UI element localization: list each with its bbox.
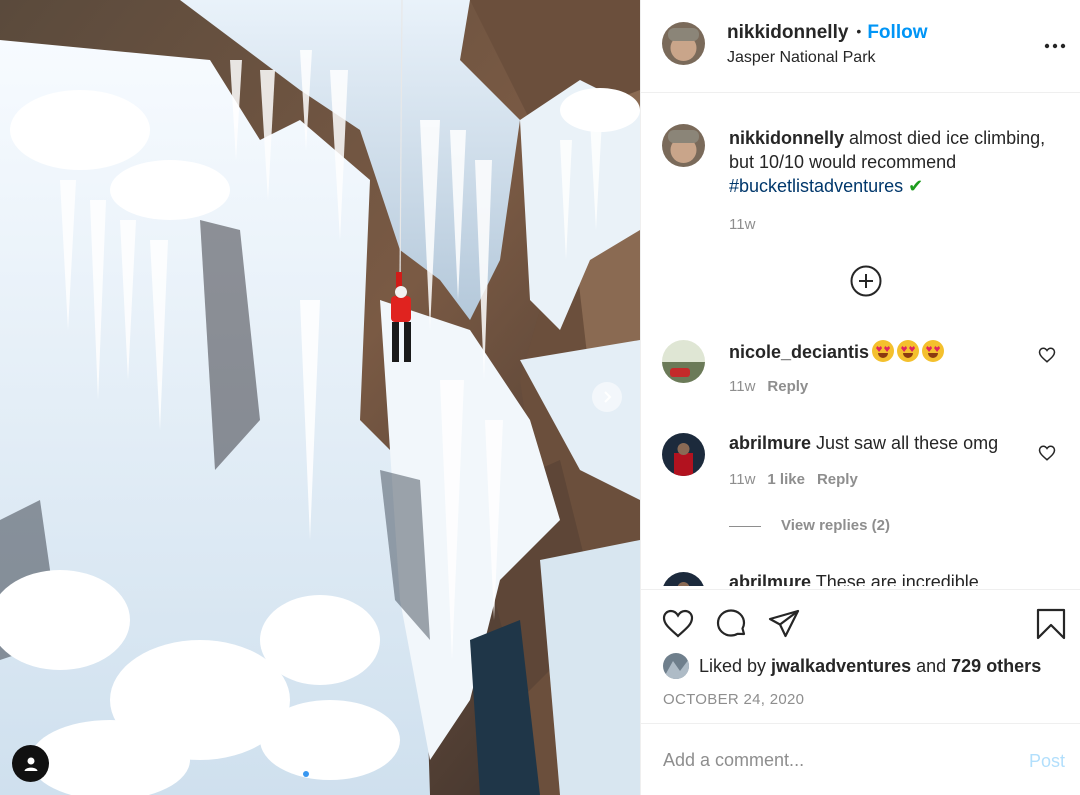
comment-likes[interactable]: 1 like <box>767 471 805 488</box>
caption-time[interactable]: 11w <box>729 216 755 233</box>
post-photo[interactable] <box>0 0 640 795</box>
comment-text: abrilmure These are incredible <box>729 572 979 586</box>
comment-username[interactable]: abrilmure <box>729 572 811 586</box>
liker-username[interactable]: jwalkadventures <box>771 656 911 676</box>
comment-time[interactable]: 11w <box>729 378 755 395</box>
user-tag-icon <box>24 757 37 771</box>
commenter-avatar[interactable] <box>662 572 705 586</box>
carousel-dot <box>313 771 319 777</box>
comment-input[interactable] <box>663 745 1003 775</box>
comment-text: nicole_deciantis <box>729 340 945 363</box>
ice-climbing-photo <box>0 0 640 795</box>
comment-meta: 11w Reply <box>729 378 820 395</box>
separator-dot: • <box>856 23 862 39</box>
caption-username[interactable]: nikkidonnelly <box>729 128 844 148</box>
likes-others-count[interactable]: 729 others <box>951 656 1041 676</box>
commenter-avatar[interactable] <box>662 340 705 383</box>
liker-avatar[interactable] <box>663 653 689 679</box>
post-comment-button[interactable]: Post <box>1029 751 1065 772</box>
post-header: nikkidonnelly • Follow Jasper National Par… <box>641 0 1080 93</box>
next-photo-button[interactable] <box>592 382 622 412</box>
comment-username[interactable]: nicole_deciantis <box>729 342 869 362</box>
post-caption: nikkidonnelly almost died ice climbing, … <box>729 126 1064 198</box>
check-emoji: ✔ <box>908 176 924 196</box>
more-options-icon[interactable] <box>1043 36 1067 56</box>
reply-button[interactable]: Reply <box>767 378 808 395</box>
author-username[interactable]: nikkidonnelly <box>727 22 848 43</box>
heart-icon[interactable] <box>661 607 695 641</box>
next-arrow-icon <box>604 391 612 403</box>
replies-divider <box>729 525 761 527</box>
comments-list[interactable]: nikkidonnelly almost died ice climbing, … <box>641 94 1080 586</box>
comment-meta: 11w 1 like Reply <box>729 471 870 488</box>
tagged-users-button[interactable] <box>12 745 49 782</box>
load-more-icon[interactable] <box>850 265 882 297</box>
heart-eyes-emoji <box>922 340 945 362</box>
comment-text: abrilmure Just saw all these omg <box>729 433 999 453</box>
bookmark-icon[interactable] <box>1034 607 1068 641</box>
author-line: nikkidonnelly • Follow <box>727 22 927 44</box>
view-replies-button[interactable]: View replies (2) <box>729 517 890 534</box>
caption-avatar[interactable] <box>662 124 705 167</box>
caption-hashtag[interactable]: #bucketlistadventures <box>729 176 903 196</box>
follow-button[interactable]: Follow <box>867 22 927 43</box>
heart-eyes-emoji <box>897 340 920 362</box>
post-date[interactable]: OCTOBER 24, 2020 <box>663 691 804 708</box>
add-comment-bar: Post <box>641 725 1080 795</box>
commenter-avatar[interactable] <box>662 433 705 476</box>
post-actions: Liked by jwalkadventures and 729 others … <box>641 589 1080 724</box>
likes-summary: Liked by jwalkadventures and 729 others <box>663 653 1041 679</box>
carousel-dot-active <box>303 771 309 777</box>
post-details-panel: nikkidonnelly • Follow Jasper National Par… <box>640 0 1080 795</box>
carousel-indicator <box>303 771 319 777</box>
heart-eyes-emoji <box>872 340 895 362</box>
author-avatar[interactable] <box>662 22 705 65</box>
like-comment-heart-icon[interactable] <box>1038 444 1056 462</box>
reply-button[interactable]: Reply <box>817 471 858 488</box>
comment-time[interactable]: 11w <box>729 471 755 488</box>
like-comment-heart-icon[interactable] <box>1038 346 1056 364</box>
share-icon[interactable] <box>767 607 801 641</box>
post-location[interactable]: Jasper National Park <box>727 49 876 67</box>
comment-username[interactable]: abrilmure <box>729 433 811 453</box>
comment-icon[interactable] <box>714 607 748 641</box>
